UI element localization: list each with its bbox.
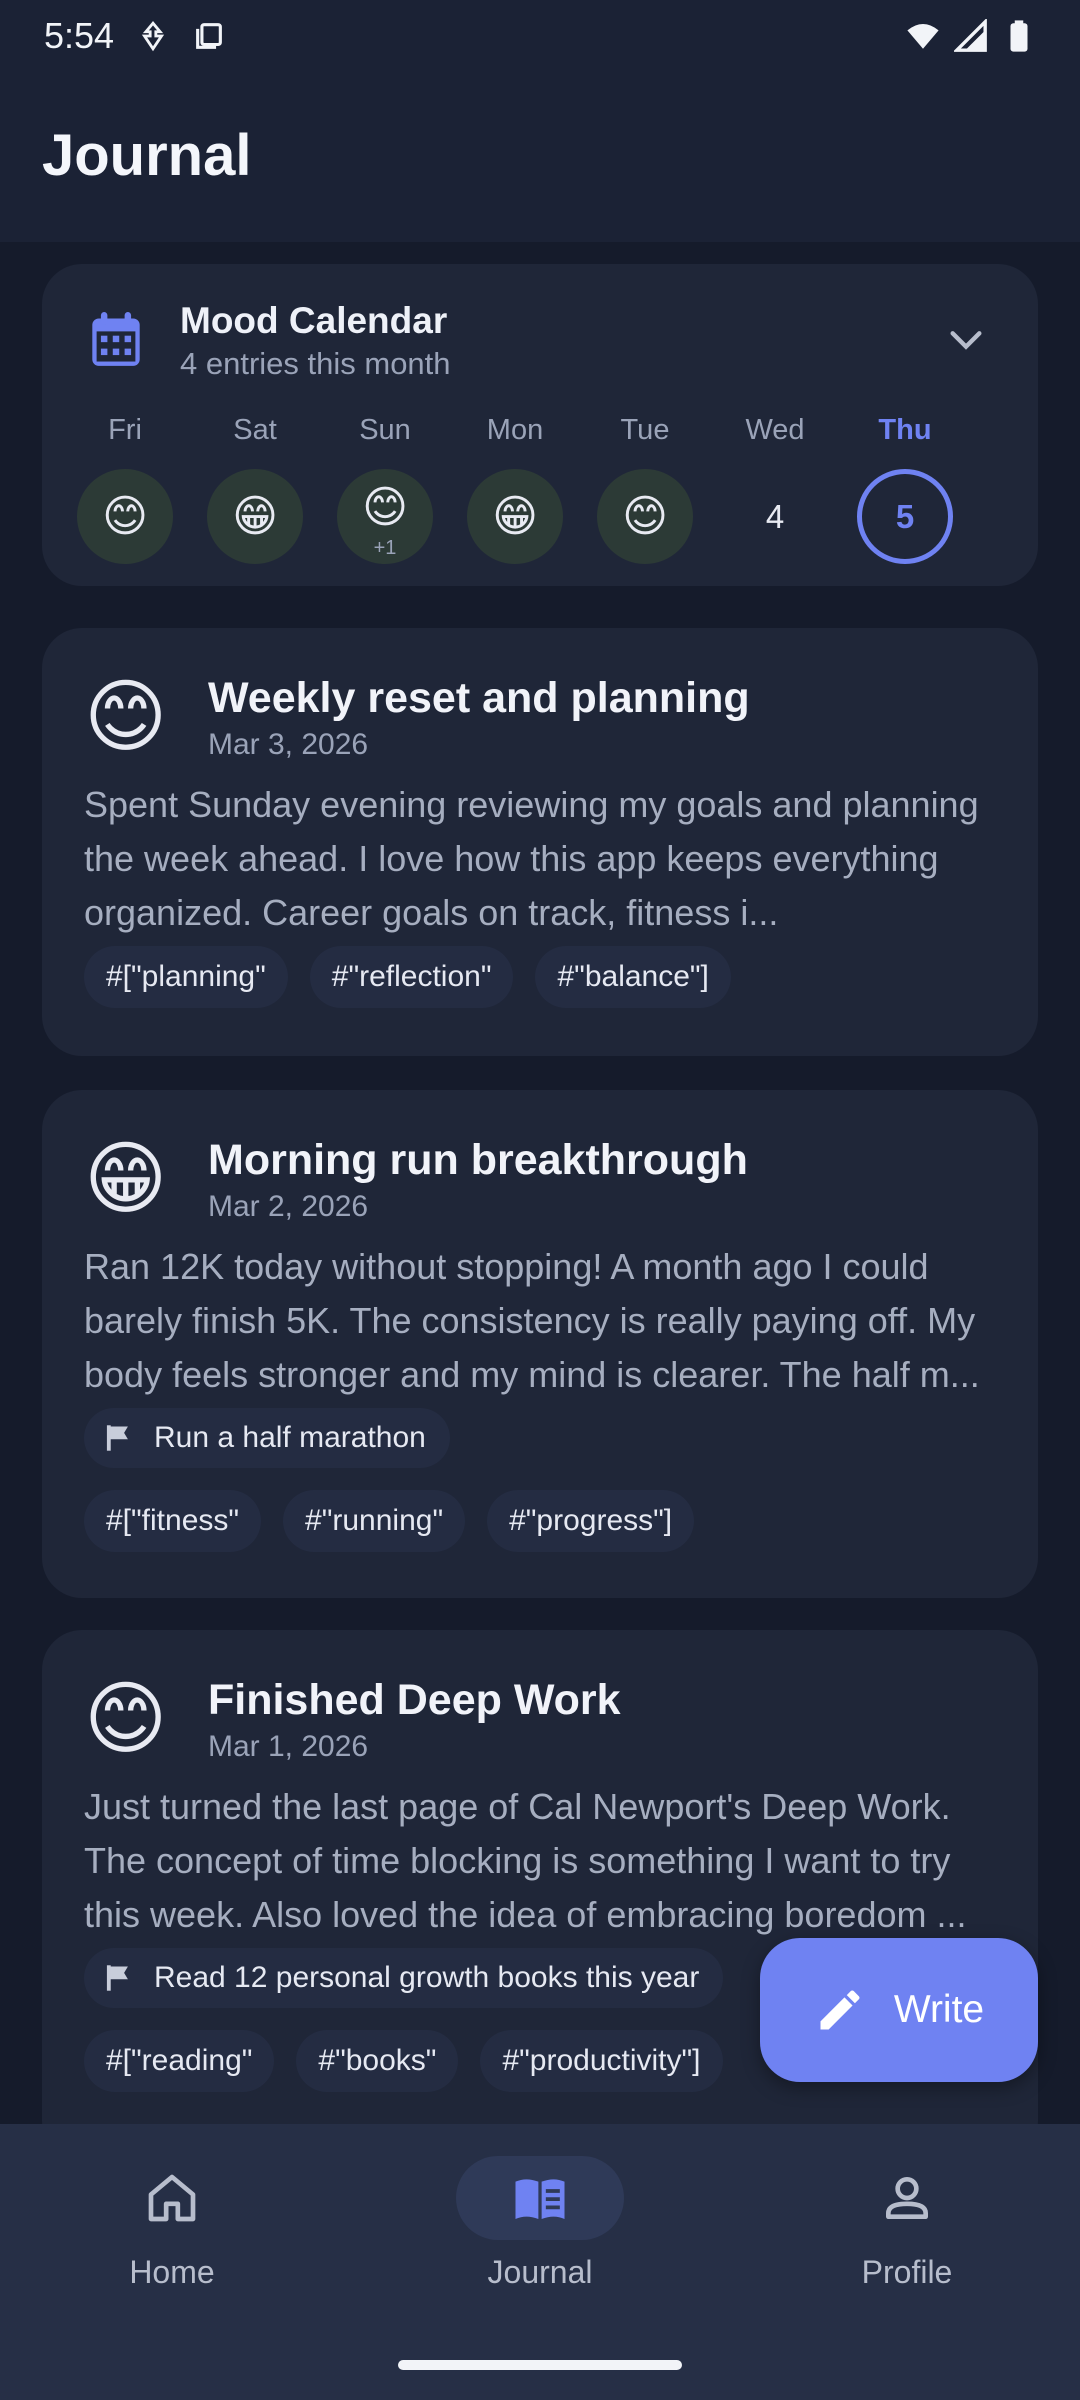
day-sat[interactable]: Sat 😁 (190, 414, 320, 564)
mood-emoji-glyph: 😊 (362, 483, 408, 533)
status-bar: 5:54 (0, 0, 1080, 72)
day-label: Tue (620, 414, 670, 446)
entry-date: Mar 2, 2026 (208, 1190, 369, 1223)
day-mon[interactable]: Mon 😁 (450, 414, 580, 564)
mood-emoji: 😊 +1 (337, 469, 433, 564)
mood-emoji-glyph: 😊 (622, 492, 668, 542)
tag-chip[interactable]: #"running" (283, 1490, 466, 1552)
person-icon (886, 2177, 928, 2219)
write-button[interactable]: Write (760, 1938, 1038, 2082)
goal-label: Run a half marathon (154, 1421, 426, 1454)
data-saver-icon (141, 21, 165, 52)
mood-emoji: 😁 (467, 469, 563, 564)
nav-pill (88, 2156, 256, 2240)
calendar-icon (92, 312, 140, 366)
copy-icon (196, 23, 222, 49)
flag-icon (106, 1965, 128, 1991)
write-button-label: Write (893, 1988, 985, 2031)
entry-date: Mar 1, 2026 (208, 1730, 369, 1763)
book-icon (515, 2179, 565, 2219)
status-time: 5:54 (44, 15, 115, 56)
nav-pill (823, 2156, 991, 2240)
entry-date: Mar 3, 2026 (208, 728, 369, 761)
day-wed[interactable]: Wed 4 (710, 414, 840, 564)
nav-label: Home (129, 2254, 215, 2290)
tag-chip[interactable]: #["fitness" (84, 1490, 262, 1552)
nav-pill-active (456, 2156, 624, 2240)
linked-goal-chip[interactable]: Read 12 personal growth books this year (84, 1948, 724, 2008)
battery-icon (1010, 20, 1028, 52)
journal-entry-card[interactable]: 😊 Weekly reset and planning Mar 3, 2026 … (42, 628, 1038, 1056)
entry-body: Just turned the last page of Cal Newport… (84, 1786, 967, 1935)
tag-chip[interactable]: #"books" (296, 2030, 459, 2092)
day-sun[interactable]: Sun 😊 +1 (320, 414, 450, 564)
day-label-today: Thu (878, 414, 932, 446)
tag-row: #["planning" #"reflection" #"balance"] (84, 946, 731, 1008)
chevron-down-icon[interactable] (946, 320, 986, 360)
extra-entries-count: +1 (373, 537, 397, 559)
nav-home[interactable]: Home (47, 2156, 297, 2316)
entry-title: Morning run breakthrough (208, 1136, 748, 1184)
linked-goal-chip[interactable]: Run a half marathon (84, 1408, 450, 1468)
journal-list[interactable]: Mood Calendar 4 entries this month Fri 😊… (0, 242, 1080, 2124)
wifi-icon (907, 23, 939, 49)
day-number-today: 5 (857, 469, 953, 564)
mood-emoji: 😊 (597, 469, 693, 564)
mood-calendar-card[interactable]: Mood Calendar 4 entries this month Fri 😊… (42, 264, 1038, 586)
mood-calendar-title: Mood Calendar (180, 300, 448, 341)
tag-chip[interactable]: #["planning" (84, 946, 288, 1008)
day-thu-today[interactable]: Thu 5 (840, 414, 970, 564)
day-label: Mon (486, 414, 544, 446)
pencil-icon (820, 1990, 860, 2030)
nav-label: Profile (861, 2254, 953, 2290)
tag-chip[interactable]: #"balance"] (535, 946, 731, 1008)
goal-label: Read 12 personal growth books this year (154, 1961, 700, 1994)
entry-mood-emoji: 😊 (84, 672, 168, 761)
mood-emoji: 😁 (207, 469, 303, 564)
mood-days-row: Fri 😊 Sat 😁 Sun 😊 +1 Mon 😁 Tue 😊 Wed 4 T… (60, 414, 1020, 564)
tag-row: #["reading" #"books" #"productivity"] (84, 2030, 723, 2092)
nav-journal[interactable]: Journal (415, 2156, 665, 2316)
app-header: Journal (0, 72, 1080, 242)
nav-profile[interactable]: Profile (782, 2156, 1032, 2316)
tag-row: #["fitness" #"running" #"progress"] (84, 1490, 695, 1552)
day-number: 4 (765, 497, 785, 535)
home-icon (148, 2174, 196, 2222)
bottom-navigation: Home Journal Profile (0, 2124, 1080, 2400)
entry-mood-emoji: 😊 (84, 1674, 168, 1763)
mood-emoji-glyph: 😁 (232, 492, 278, 542)
day-label: Fri (108, 414, 142, 446)
page-title: Journal (42, 123, 252, 188)
mood-emoji-glyph: 😁 (492, 492, 538, 542)
mood-emoji-glyph: 😊 (102, 492, 148, 542)
entry-body: Spent Sunday evening reviewing my goals … (84, 784, 979, 933)
flag-icon (106, 1425, 128, 1451)
day-label: Sun (359, 414, 411, 446)
home-indicator[interactable] (398, 2360, 682, 2370)
entry-title: Finished Deep Work (208, 1676, 621, 1724)
day-label: Sat (233, 414, 277, 446)
mood-calendar-subtitle: 4 entries this month (180, 346, 451, 381)
day-label: Wed (745, 414, 805, 446)
signal-icon (954, 19, 987, 52)
journal-entry-card[interactable]: 😁 Morning run breakthrough Mar 2, 2026 R… (42, 1090, 1038, 1598)
tag-chip[interactable]: #"progress"] (487, 1490, 695, 1552)
entry-title: Weekly reset and planning (208, 674, 750, 722)
mood-emoji: 😊 (77, 469, 173, 564)
tag-chip[interactable]: #["reading" (84, 2030, 275, 2092)
tag-chip[interactable]: #"productivity"] (480, 2030, 723, 2092)
tag-chip[interactable]: #"reflection" (309, 946, 514, 1008)
nav-label: Journal (487, 2254, 593, 2290)
day-fri[interactable]: Fri 😊 (60, 414, 190, 564)
entry-body: Ran 12K today without stopping! A month … (84, 1246, 980, 1395)
entry-mood-emoji: 😁 (84, 1134, 168, 1223)
day-tue[interactable]: Tue 😊 (580, 414, 710, 564)
